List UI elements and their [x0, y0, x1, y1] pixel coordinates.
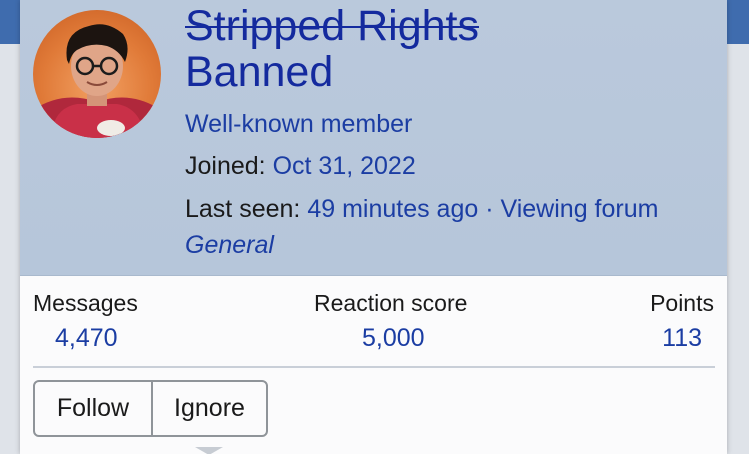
user-title: Well-known member	[185, 110, 413, 138]
page-background-header-left	[0, 0, 20, 44]
activity-separator: ·	[485, 195, 494, 223]
activity-text: Viewing forum	[500, 195, 659, 223]
last-seen-label: Last seen:	[185, 195, 301, 223]
messages-label: Messages	[33, 290, 138, 316]
page-background-right	[727, 44, 749, 454]
member-card-header: Stripped Rights Banned Well-known member…	[20, 0, 727, 276]
ignore-button[interactable]: Ignore	[153, 382, 266, 435]
tooltip-arrow	[195, 447, 223, 454]
reaction-score-value[interactable]: 5,000	[362, 324, 425, 352]
avatar[interactable]	[33, 10, 161, 138]
joined-row: Joined: Oct 31, 2022	[185, 152, 416, 180]
follow-button[interactable]: Follow	[35, 382, 153, 435]
joined-label: Joined:	[185, 152, 266, 180]
user-status-banned: Banned	[185, 48, 334, 96]
messages-count[interactable]: 4,470	[55, 324, 118, 352]
activity-forum-link[interactable]: General	[185, 231, 274, 259]
last-seen-row: Last seen: 49 minutes ago · Viewing foru…	[185, 195, 658, 223]
page-background-header-right	[727, 0, 749, 44]
points-value[interactable]: 113	[662, 324, 702, 352]
avatar-image	[33, 24, 161, 138]
username[interactable]: Stripped Rights	[185, 2, 479, 50]
joined-date: Oct 31, 2022	[272, 152, 416, 180]
reaction-score-label: Reaction score	[314, 290, 468, 316]
member-tooltip-card: Stripped Rights Banned Well-known member…	[20, 0, 727, 454]
divider	[33, 366, 715, 368]
page-background-left	[0, 44, 20, 454]
last-seen-time: 49 minutes ago	[307, 195, 479, 223]
points-label: Points	[650, 290, 714, 316]
action-button-group: Follow Ignore	[33, 380, 268, 437]
